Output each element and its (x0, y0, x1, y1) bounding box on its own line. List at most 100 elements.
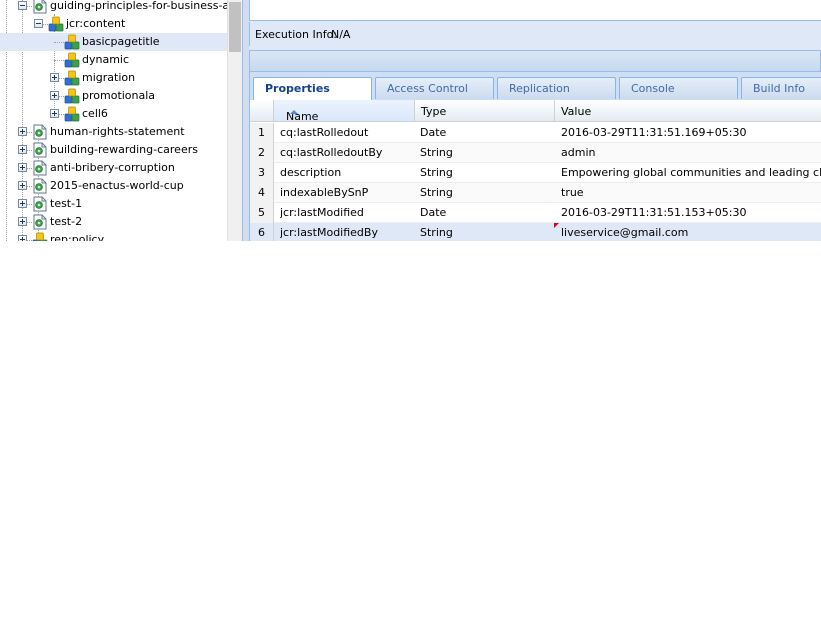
property-name-cell[interactable]: description (280, 163, 410, 183)
tree-node[interactable]: test-2 (0, 213, 227, 231)
tree-node[interactable]: human-rights-statement (0, 123, 227, 141)
tab-build-info[interactable]: Build Info (741, 77, 821, 99)
component-node-icon (64, 52, 80, 68)
row-number: 1 (250, 123, 274, 143)
column-header-type[interactable]: Type (415, 100, 555, 121)
property-value-cell[interactable]: admin (561, 143, 821, 163)
expand-icon[interactable] (18, 235, 27, 241)
panel-splitter[interactable] (242, 0, 249, 241)
tree-node[interactable]: rep:policy (0, 231, 227, 241)
tree-node-label: rep:policy (50, 233, 105, 241)
tab-properties[interactable]: Properties (253, 77, 372, 100)
tree-node[interactable]: building-rewarding-careers (0, 141, 227, 159)
tab-label: Build Info (753, 82, 805, 95)
tree-node[interactable]: migration (0, 69, 227, 87)
tab-replication[interactable]: Replication (497, 77, 616, 99)
expand-icon[interactable] (50, 73, 59, 82)
properties-grid: Name Type Value 1 cq:lastRolledout Date 201… (249, 100, 821, 241)
expand-icon[interactable] (18, 145, 27, 154)
table-row[interactable]: 4 indexableBySnP String true (250, 183, 821, 203)
expand-icon[interactable] (18, 199, 27, 208)
tree-node[interactable]: test-1 (0, 195, 227, 213)
component-node-icon (64, 34, 80, 50)
tree-connector-line (54, 60, 64, 61)
tree-node[interactable]: basicpagetitle (0, 33, 227, 51)
tree-node-label: guiding-principles-for-business-ar (50, 0, 227, 12)
property-name-cell[interactable]: cq:lastRolledout (280, 123, 410, 143)
property-name-cell[interactable]: jcr:lastModifiedBy (280, 223, 410, 241)
property-type-cell[interactable]: String (420, 223, 550, 241)
expand-icon[interactable] (50, 109, 59, 118)
tree-node[interactable]: cell6 (0, 105, 227, 123)
tree-scrollbar-thumb[interactable] (229, 2, 241, 52)
page-node-icon (32, 196, 48, 212)
tree-node-label: cell6 (82, 107, 108, 120)
property-value-cell[interactable]: 2016-03-29T11:31:51.169+05:30 (561, 123, 821, 143)
page-node-icon (32, 142, 48, 158)
property-name-cell[interactable]: cq:lastRolledoutBy (280, 143, 410, 163)
table-row[interactable]: 5 jcr:lastModified Date 2016-03-29T11:31:51… (250, 203, 821, 223)
execution-info-value: N/A (331, 28, 351, 41)
property-type-cell[interactable]: Date (420, 123, 550, 143)
tree-node-label: building-rewarding-careers (50, 143, 198, 156)
tree-node-label: test-1 (50, 197, 83, 210)
expand-icon[interactable] (18, 181, 27, 190)
tree-node[interactable]: anti-bribery-corruption (0, 159, 227, 177)
property-value-cell[interactable]: 2016-03-29T11:31:51.153+05:30 (561, 203, 821, 223)
property-type-cell[interactable]: String (420, 143, 550, 163)
table-row[interactable]: 2 cq:lastRolledoutBy String admin (250, 143, 821, 163)
crxde-window: guiding-principles-for-business-ar jcr:co… (0, 0, 821, 241)
property-name-cell[interactable]: jcr:lastModified (280, 203, 410, 223)
table-row[interactable]: 3 description String Empowering global comm… (250, 163, 821, 183)
collapse-icon[interactable] (18, 1, 27, 10)
content-node-icon (48, 16, 64, 32)
tab-strip: Properties Access Control Replication Co… (249, 72, 821, 100)
tree-node[interactable]: dynamic (0, 51, 227, 69)
tab-console[interactable]: Console (619, 77, 738, 99)
tree-scrollbar[interactable] (227, 0, 242, 241)
tree-node[interactable]: promotionala (0, 87, 227, 105)
property-name-cell[interactable]: indexableBySnP (280, 183, 410, 203)
tree-node[interactable]: guiding-principles-for-business-ar (0, 0, 227, 15)
right-panel: Execution Info: N/A Properties Access Co… (249, 0, 821, 241)
page-node-icon (32, 124, 48, 140)
tree-node[interactable]: jcr:content (0, 15, 227, 33)
property-type-cell[interactable]: String (420, 163, 550, 183)
row-number: 6 (250, 223, 274, 241)
expand-icon[interactable] (50, 91, 59, 100)
grid-header: Name Type Value (250, 100, 821, 123)
execution-info-label: Execution Info: (255, 28, 338, 41)
property-type-cell[interactable]: String (420, 183, 550, 203)
collapse-icon[interactable] (34, 19, 43, 28)
row-number: 5 (250, 203, 274, 223)
modified-marker-icon (554, 223, 559, 228)
table-row[interactable]: 1 cq:lastRolledout Date 2016-03-29T11:31:51… (250, 123, 821, 143)
column-header-value[interactable]: Value (555, 100, 821, 121)
expand-icon[interactable] (18, 127, 27, 136)
expand-icon[interactable] (18, 163, 27, 172)
component-node-icon (64, 106, 80, 122)
property-value-cell[interactable]: liveservice@gmail.com (561, 223, 821, 241)
column-header-name[interactable]: Name (274, 100, 415, 123)
property-value-cell[interactable]: true (561, 183, 821, 203)
tab-label: Console (631, 82, 675, 95)
tree-node[interactable]: 2015-enactus-world-cup (0, 177, 227, 195)
expand-icon[interactable] (18, 217, 27, 226)
execution-info-bar: Execution Info: N/A (249, 22, 821, 46)
panel-header (249, 50, 821, 72)
tab-label: Replication (509, 82, 570, 95)
tree-node-label: migration (82, 71, 136, 84)
table-row[interactable]: 6 jcr:lastModifiedBy String liveservice@gma… (250, 223, 821, 241)
property-value-cell[interactable]: Empowering global communities and leadin… (561, 163, 821, 183)
tree-node-label: jcr:content (66, 17, 126, 30)
tab-access-control[interactable]: Access Control (375, 77, 494, 99)
page-node-icon (32, 160, 48, 176)
page-node-icon (32, 0, 48, 14)
tree-connector-line (54, 42, 64, 43)
component-node-icon (64, 70, 80, 86)
page-node-icon (32, 178, 48, 194)
policy-node-icon (32, 232, 48, 241)
property-type-cell[interactable]: Date (420, 203, 550, 223)
sort-ascending-icon (290, 110, 298, 114)
repository-tree: guiding-principles-for-business-ar jcr:co… (0, 0, 227, 241)
